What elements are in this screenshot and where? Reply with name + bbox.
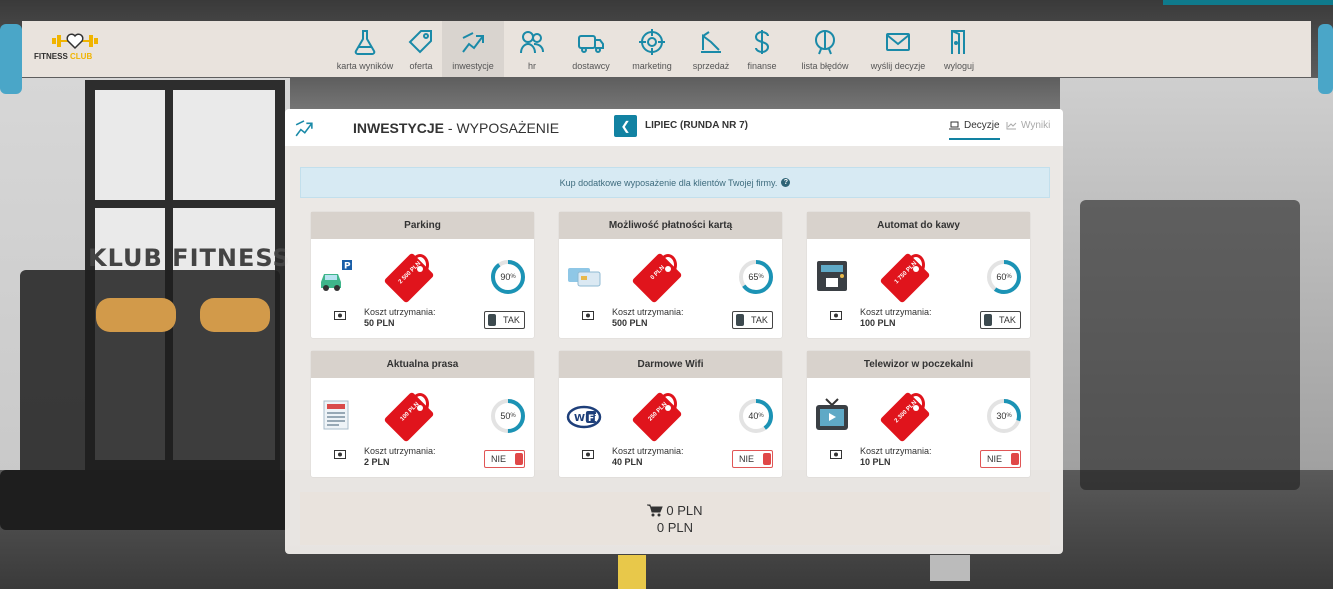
nav-finanse[interactable]: finanse	[740, 21, 784, 77]
satisfaction-ring: 40%	[738, 398, 774, 434]
tab-results[interactable]: Wyniki	[1006, 120, 1050, 131]
coffee-machine-icon	[817, 261, 847, 291]
fitness-club-logo[interactable]: FITNESS CLUB	[22, 21, 112, 77]
bug-icon	[815, 30, 835, 55]
card-title: Telewizor w poczekalni	[807, 351, 1030, 378]
investments-panel: INWESTYCJE - WYPOSAŻENIE ❮ LIPIEC (RUNDA…	[285, 109, 1063, 554]
chart-icon	[1006, 122, 1017, 130]
nav-lista-bledow[interactable]: lista błędów	[784, 21, 866, 77]
money-icon	[830, 450, 842, 459]
svg-text:Fi: Fi	[588, 414, 597, 424]
info-banner: Kup dodatkowe wyposażenie dla klientów T…	[300, 167, 1050, 198]
nav-marketing[interactable]: marketing	[622, 21, 682, 77]
nav-karta-wynikow[interactable]: karta wyników	[330, 21, 400, 77]
maintenance-cost: Koszt utrzymania: 100 PLN	[860, 307, 932, 328]
card-title: Darmowe Wifi	[559, 351, 782, 378]
satisfaction-ring: 50%	[490, 398, 526, 434]
money-icon	[334, 450, 346, 459]
previous-round-button[interactable]: ❮	[614, 115, 637, 137]
tag-icon	[408, 30, 432, 54]
maintenance-cost: Koszt utrzymania: 40 PLN	[612, 446, 684, 467]
price-tag: 100 PLN	[383, 391, 435, 443]
tv-icon	[816, 398, 848, 430]
card-title: Parking	[311, 212, 534, 239]
money-icon	[582, 450, 594, 459]
nav-menu: karta wyników oferta inwestycje hr dosta…	[330, 21, 988, 77]
invest-icon	[462, 32, 484, 53]
money-icon	[830, 311, 842, 320]
money-icon	[334, 311, 346, 320]
equipment-card-tv: Telewizor w poczekalni 2 300 PLN 30% Kos…	[807, 351, 1030, 477]
parking-car-icon: P	[321, 260, 352, 291]
purchase-toggle[interactable]: TAK	[484, 311, 525, 329]
nav-hr[interactable]: hr	[504, 21, 560, 77]
price-tag: 1 750 PLN	[879, 252, 931, 304]
dollar-icon	[754, 30, 770, 54]
price-tag: 250 PLN	[631, 391, 683, 443]
gym-sign: KLUB FITNESS	[88, 244, 291, 272]
purchase-toggle[interactable]: NIE	[484, 450, 525, 468]
invest-icon	[295, 120, 313, 137]
panel-header: INWESTYCJE - WYPOSAŻENIE ❮ LIPIEC (RUNDA…	[285, 109, 1063, 146]
nav-wyloguj[interactable]: wyloguj	[930, 21, 988, 77]
price-tag: 2 500 PLN	[383, 252, 435, 304]
purchase-toggle[interactable]: NIE	[980, 450, 1021, 468]
price-tag: 2 300 PLN	[879, 391, 931, 443]
equipment-card-press: Aktualna prasa 100 PLN 50% Koszt utrzyma…	[311, 351, 534, 477]
people-icon	[520, 31, 544, 54]
card-title: Automat do kawy	[807, 212, 1030, 239]
satisfaction-ring: 60%	[986, 259, 1022, 295]
nav-inwestycje[interactable]: inwestycje	[442, 21, 504, 77]
tab-decisions[interactable]: Decyzje	[949, 120, 1000, 140]
satisfaction-ring: 65%	[738, 259, 774, 295]
equipment-card-parking: Parking P 2 500 PLN 90% Koszt utrzymania…	[311, 212, 534, 338]
maintenance-cost: Koszt utrzymania: 2 PLN	[364, 446, 436, 467]
sales-icon	[701, 31, 721, 53]
svg-text:P: P	[344, 262, 351, 272]
shopping-cart-icon	[647, 504, 664, 516]
equipment-card-card-payment: Możliwość płatności kartą 0 PLN 65% Kosz…	[559, 212, 782, 338]
round-label: LIPIEC (RUNDA NR 7)	[645, 120, 748, 131]
cart-total: 0 PLN	[647, 502, 703, 519]
purchase-toggle[interactable]: TAK	[732, 311, 773, 329]
nav-sprzedaz[interactable]: sprzedaż	[682, 21, 740, 77]
door-icon	[951, 30, 965, 54]
newspaper-icon	[323, 400, 349, 430]
secondary-total: 0 PLN	[656, 519, 694, 535]
page-title: INWESTYCJE - WYPOSAŻENIE	[353, 120, 560, 136]
mail-icon	[886, 33, 910, 51]
nav-dostawcy[interactable]: dostawcy	[560, 21, 622, 77]
target-icon	[639, 29, 665, 55]
total-summary: 0 PLN 0 PLN	[300, 492, 1050, 545]
purchase-toggle[interactable]: NIE	[732, 450, 773, 468]
top-navigation: FITNESS CLUB karta wyników oferta inwest…	[22, 21, 1311, 77]
equipment-card-coffee-machine: Automat do kawy 1 750 PLN 60% Koszt utrz…	[807, 212, 1030, 338]
wifi-icon: Wi Fi	[566, 405, 602, 429]
satisfaction-ring: 30%	[986, 398, 1022, 434]
flask-icon	[354, 30, 376, 55]
equipment-card-wifi: Darmowe Wifi Wi Fi 250 PLN 40% Koszt utr…	[559, 351, 782, 477]
maintenance-cost: Koszt utrzymania: 500 PLN	[612, 307, 684, 328]
card-title: Możliwość płatności kartą	[559, 212, 782, 239]
nav-wyslij-decyzje[interactable]: wyślij decyzje	[866, 21, 930, 77]
maintenance-cost: Koszt utrzymania: 10 PLN	[860, 446, 932, 467]
purchase-toggle[interactable]: TAK	[980, 311, 1021, 329]
card-title: Aktualna prasa	[311, 351, 534, 378]
truck-icon	[578, 35, 604, 53]
laptop-icon	[949, 121, 960, 130]
maintenance-cost: Koszt utrzymania: 50 PLN	[364, 307, 436, 328]
satisfaction-ring: 90%	[490, 259, 526, 295]
money-icon	[582, 311, 594, 320]
dumbbell-heart-icon	[52, 33, 98, 50]
nav-oferta[interactable]: oferta	[400, 21, 442, 77]
chevron-left-icon: ❮	[620, 119, 631, 133]
help-icon[interactable]: ?	[781, 178, 791, 187]
price-tag: 0 PLN	[631, 252, 683, 304]
payment-card-icon	[568, 268, 601, 287]
